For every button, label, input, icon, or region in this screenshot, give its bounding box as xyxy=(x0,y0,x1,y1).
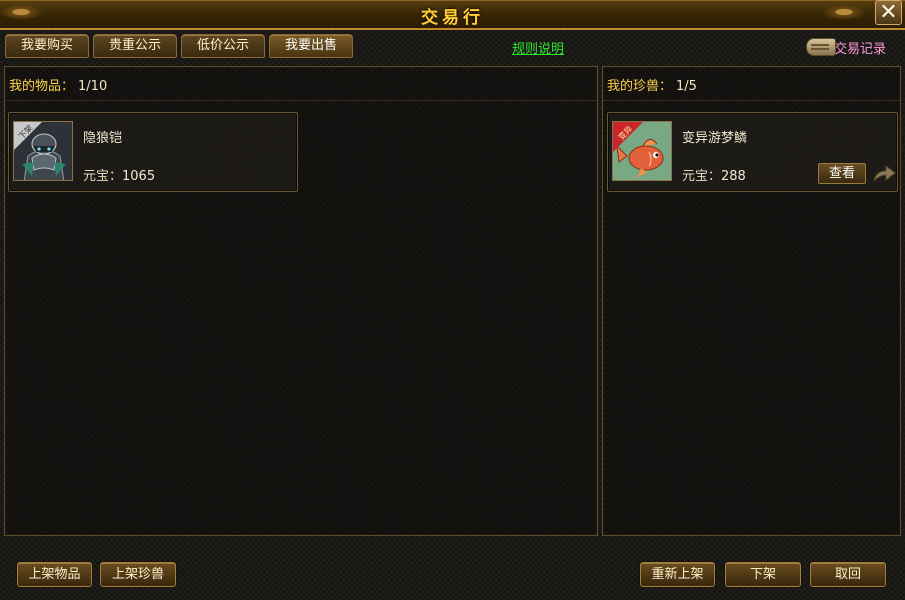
scroll-icon xyxy=(806,38,836,56)
view-pet-button[interactable]: 查看 xyxy=(818,163,866,184)
list-item-button[interactable]: 上架物品 xyxy=(17,562,92,587)
list-pet-button[interactable]: 上架珍兽 xyxy=(100,562,176,587)
relist-button[interactable]: 重新上架 xyxy=(640,562,715,587)
close-button[interactable]: ✕ xyxy=(875,0,902,25)
price-value: 1065 xyxy=(122,169,156,184)
my-pets-header: 我的珍兽： 1/5 xyxy=(603,67,900,101)
fish-pet-icon: 变异 xyxy=(612,121,672,181)
delist-button[interactable]: 下架 xyxy=(725,562,801,587)
price-label: 元宝： xyxy=(682,169,722,184)
tab-valuable-notice[interactable]: 贵重公示 xyxy=(93,34,177,58)
pet-price: 元宝：288 xyxy=(682,165,746,184)
my-items-label: 我的物品： xyxy=(9,79,75,94)
rules-link[interactable]: 规则说明 xyxy=(512,38,564,57)
my-items-header: 我的物品： 1/10 xyxy=(5,67,597,101)
tab-sell[interactable]: 我要出售 xyxy=(269,34,353,58)
trade-record-label: 交易记录 xyxy=(834,41,887,57)
tab-bar: 我要购买 贵重公示 低价公示 我要出售 xyxy=(5,34,353,58)
my-items-panel: 我的物品： 1/10 下架 隐狼铠 元宝：1065 xyxy=(4,66,598,536)
tab-buy[interactable]: 我要购买 xyxy=(5,34,89,58)
item-price: 元宝：1065 xyxy=(83,165,155,184)
share-arrow-icon[interactable] xyxy=(872,163,896,183)
title-bar: 交易行 ✕ xyxy=(0,0,905,30)
item-name: 隐狼铠 xyxy=(83,131,123,146)
armor-icon: 下架 xyxy=(13,121,73,181)
price-label: 元宝： xyxy=(83,169,123,184)
pet-card[interactable]: 变异 变异游梦鳞 元宝：288 查看 xyxy=(607,112,898,192)
tab-lowprice-notice[interactable]: 低价公示 xyxy=(181,34,265,58)
window-title: 交易行 xyxy=(421,8,484,28)
pet-name: 变异游梦鳞 xyxy=(682,131,748,146)
my-items-count: 1/10 xyxy=(78,79,108,94)
retrieve-button[interactable]: 取回 xyxy=(810,562,886,587)
my-pets-panel: 我的珍兽： 1/5 变异 变异游梦鳞 元宝：288 查看 xyxy=(602,66,901,536)
item-card[interactable]: 下架 隐狼铠 元宝：1065 xyxy=(8,112,298,192)
my-pets-count: 1/5 xyxy=(676,79,697,94)
my-pets-label: 我的珍兽： xyxy=(607,79,673,94)
price-value: 288 xyxy=(721,169,746,184)
trade-record-button[interactable]: 交易记录 xyxy=(806,36,902,58)
close-icon: ✕ xyxy=(879,0,898,25)
